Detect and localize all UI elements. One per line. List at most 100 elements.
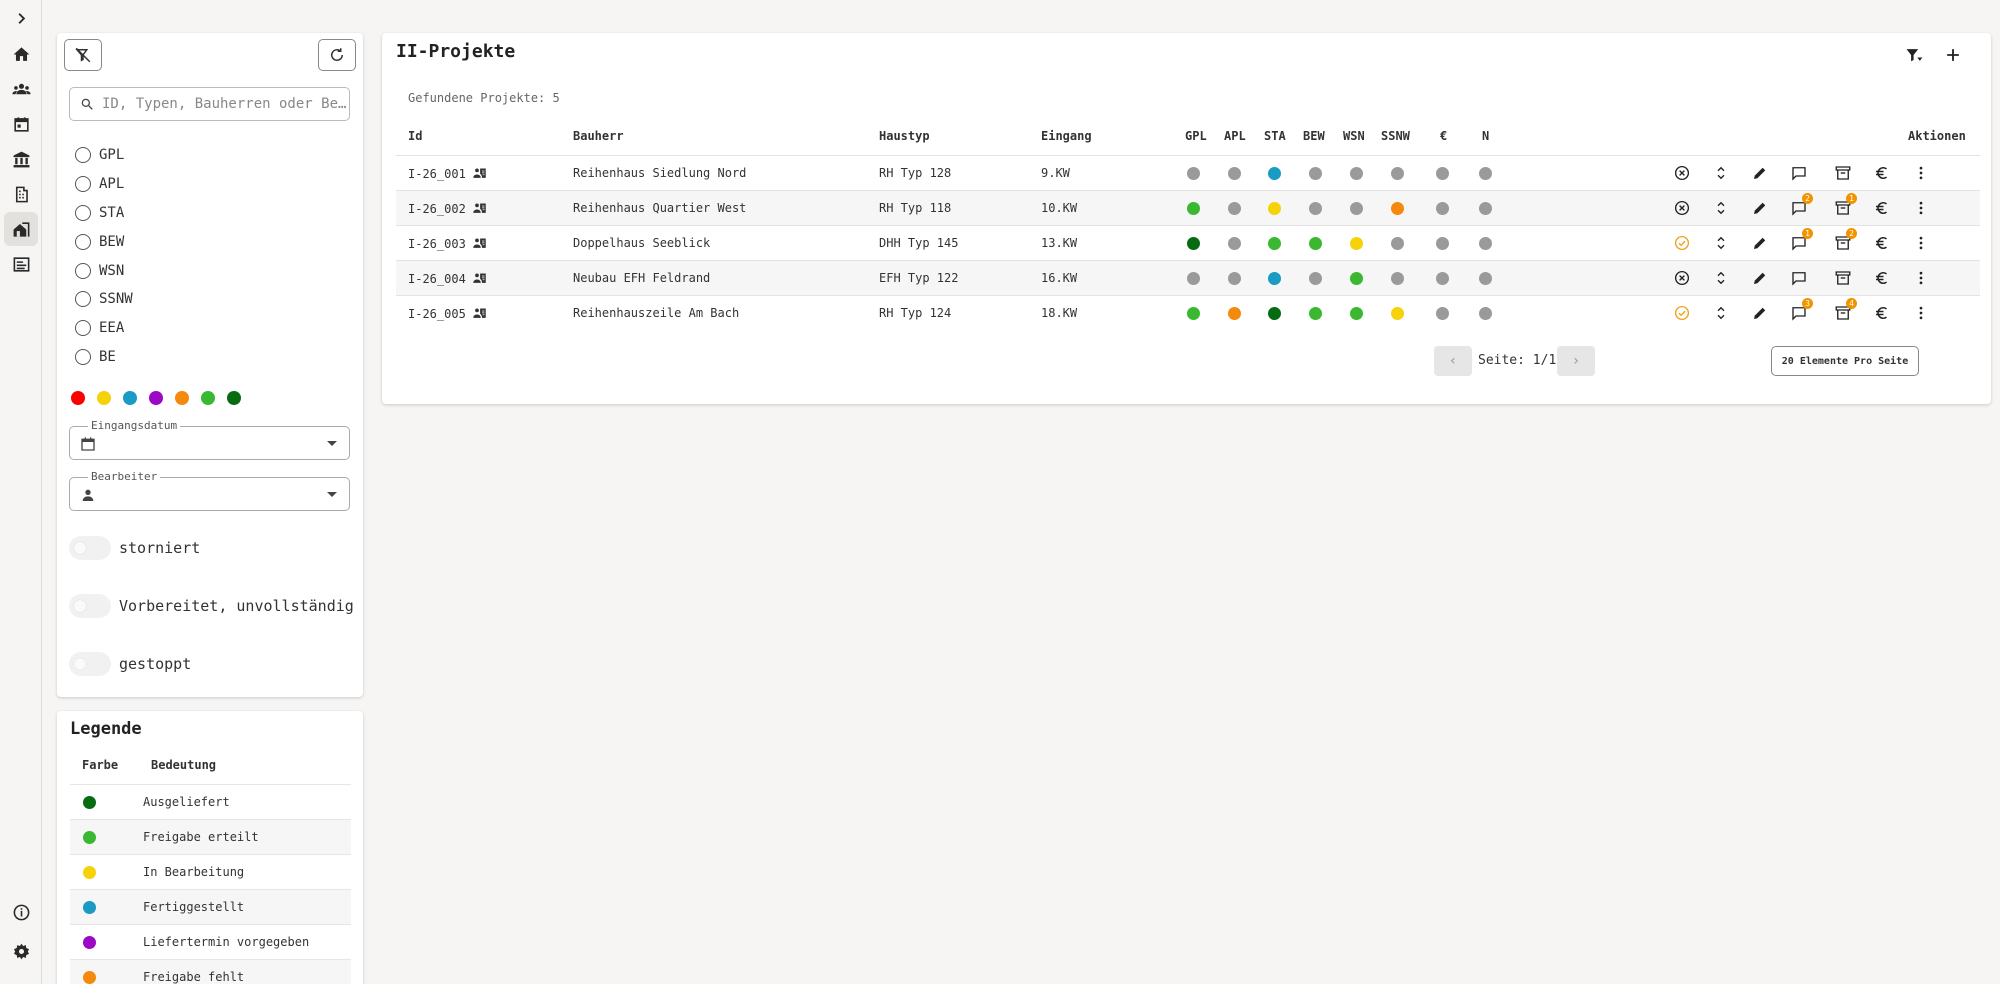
table-row[interactable]: I-26_003 Doppelhaus Seeblick DHH Typ 145 13… [396,225,1980,260]
archive-icon [1834,269,1852,287]
state-button[interactable] [1668,160,1696,186]
archive-button[interactable]: 1 [1829,193,1857,221]
archive-button[interactable] [1829,160,1857,186]
radio-ssnw[interactable]: SSNW [75,289,133,309]
more-button[interactable] [1907,160,1935,186]
edit-button[interactable] [1746,160,1774,186]
expand-button[interactable] [1707,265,1735,291]
date-field[interactable]: Eingangsdatum [69,419,350,460]
expand-button[interactable] [1707,195,1735,221]
col-type[interactable]: Haustyp [879,129,930,143]
edit-button[interactable] [1746,195,1774,221]
info-icon[interactable] [0,895,42,929]
building-icon[interactable] [0,177,42,211]
radio-gpl[interactable]: GPL [75,145,124,165]
people-icon [472,236,487,254]
archive-badge: 2 [1846,228,1857,239]
radio-be[interactable]: BE [75,347,116,367]
col-bew: BEW [1303,129,1325,143]
expand-button[interactable] [1707,230,1735,256]
expand-button[interactable] [1707,300,1735,326]
edit-button[interactable] [1746,265,1774,291]
legend-color-dot [83,935,96,949]
expand-icon[interactable] [0,1,42,35]
status-dot [1350,202,1363,215]
table-row[interactable]: I-26_004 Neubau EFH Feldrand EFH Typ 122 16… [396,260,1980,295]
archive-button[interactable]: 2 [1829,228,1857,256]
legend-label: Freigabe fehlt [143,970,245,984]
more-button[interactable] [1907,195,1935,221]
more-button[interactable] [1907,265,1935,291]
state-button[interactable] [1668,230,1696,256]
per-page-button[interactable]: 20 Elemente Pro Seite [1771,346,1919,376]
legend-color-dot [83,865,96,879]
project-id-text: I-26_001 [408,167,466,181]
toggle-vorbereitet[interactable]: Vorbereitet, unvollständig [69,593,354,619]
status-dot [1309,237,1322,250]
expand-button[interactable] [1707,160,1735,186]
radio-apl[interactable]: APL [75,174,124,194]
radio-bew[interactable]: BEW [75,232,124,252]
color-filter-dot[interactable] [201,391,215,405]
projects-icon[interactable] [4,212,38,246]
radio-sta[interactable]: STA [75,203,124,223]
legend-label: Fertiggestellt [143,900,245,914]
comments-button[interactable]: 1 [1785,228,1813,256]
color-filter-dot[interactable] [71,391,85,405]
bank-icon[interactable] [0,142,42,176]
status-dot [1268,237,1281,250]
euro-icon [1873,269,1891,287]
comments-button[interactable] [1785,160,1813,186]
radio-eea[interactable]: EEA [75,318,124,338]
table-row[interactable]: I-26_002 Reihenhaus Quartier West RH Typ 1… [396,190,1980,225]
col-owner[interactable]: Bauherr [573,129,624,143]
comments-button[interactable]: 2 [1785,193,1813,221]
radio-wsn[interactable]: WSN [75,261,124,281]
col-entry[interactable]: Eingang [1041,129,1092,143]
refresh-button[interactable] [318,39,356,71]
add-project-button[interactable] [1940,42,1966,68]
document-icon[interactable] [0,247,42,281]
state-button[interactable] [1668,195,1696,221]
billing-button[interactable] [1868,265,1896,291]
more-button[interactable] [1907,230,1935,256]
billing-button[interactable] [1868,195,1896,221]
edit-button[interactable] [1746,230,1774,256]
more-button[interactable] [1907,300,1935,326]
people-icon[interactable] [0,72,42,106]
table-row[interactable]: I-26_001 Reihenhaus Siedlung Nord RH Typ 1… [396,155,1980,190]
search-input[interactable]: ID, Typen, Bauherren oder Be… [69,87,350,121]
filter-menu-button[interactable] [1901,42,1927,68]
color-filter-dot[interactable] [97,391,111,405]
billing-button[interactable] [1868,160,1896,186]
state-button[interactable] [1668,265,1696,291]
billing-button[interactable] [1868,230,1896,256]
calendar-icon[interactable] [0,107,42,141]
toggle-gestoppt[interactable]: gestoppt [69,651,191,677]
color-filter-dot[interactable] [123,391,137,405]
status-dot [1350,307,1363,320]
toggle-storniert[interactable]: storniert [69,535,200,561]
radio-circle [75,291,91,307]
edit-button[interactable] [1746,300,1774,326]
next-page-button[interactable]: › [1557,346,1595,376]
comments-button[interactable]: 3 [1785,298,1813,326]
project-id: I-26_001 [408,166,487,184]
prev-page-button[interactable]: ‹ [1434,346,1472,376]
color-filter-dot[interactable] [149,391,163,405]
col-id[interactable]: Id [408,129,422,143]
color-filter-dot[interactable] [227,391,241,405]
billing-button[interactable] [1868,300,1896,326]
clear-filter-button[interactable] [64,39,102,71]
state-button[interactable] [1668,300,1696,326]
color-filter-dot[interactable] [175,391,189,405]
archive-button[interactable] [1829,265,1857,291]
comments-button[interactable] [1785,265,1813,291]
settings-icon[interactable] [0,934,42,968]
legend-label: Freigabe erteilt [143,830,259,844]
table-row[interactable]: I-26_005 Reihenhauszeile Am Bach RH Typ 12… [396,295,1980,330]
archive-button[interactable]: 4 [1829,298,1857,326]
filter-icon [1906,49,1923,62]
home-icon[interactable] [0,37,42,71]
editor-field[interactable]: Bearbeiter [69,470,350,511]
